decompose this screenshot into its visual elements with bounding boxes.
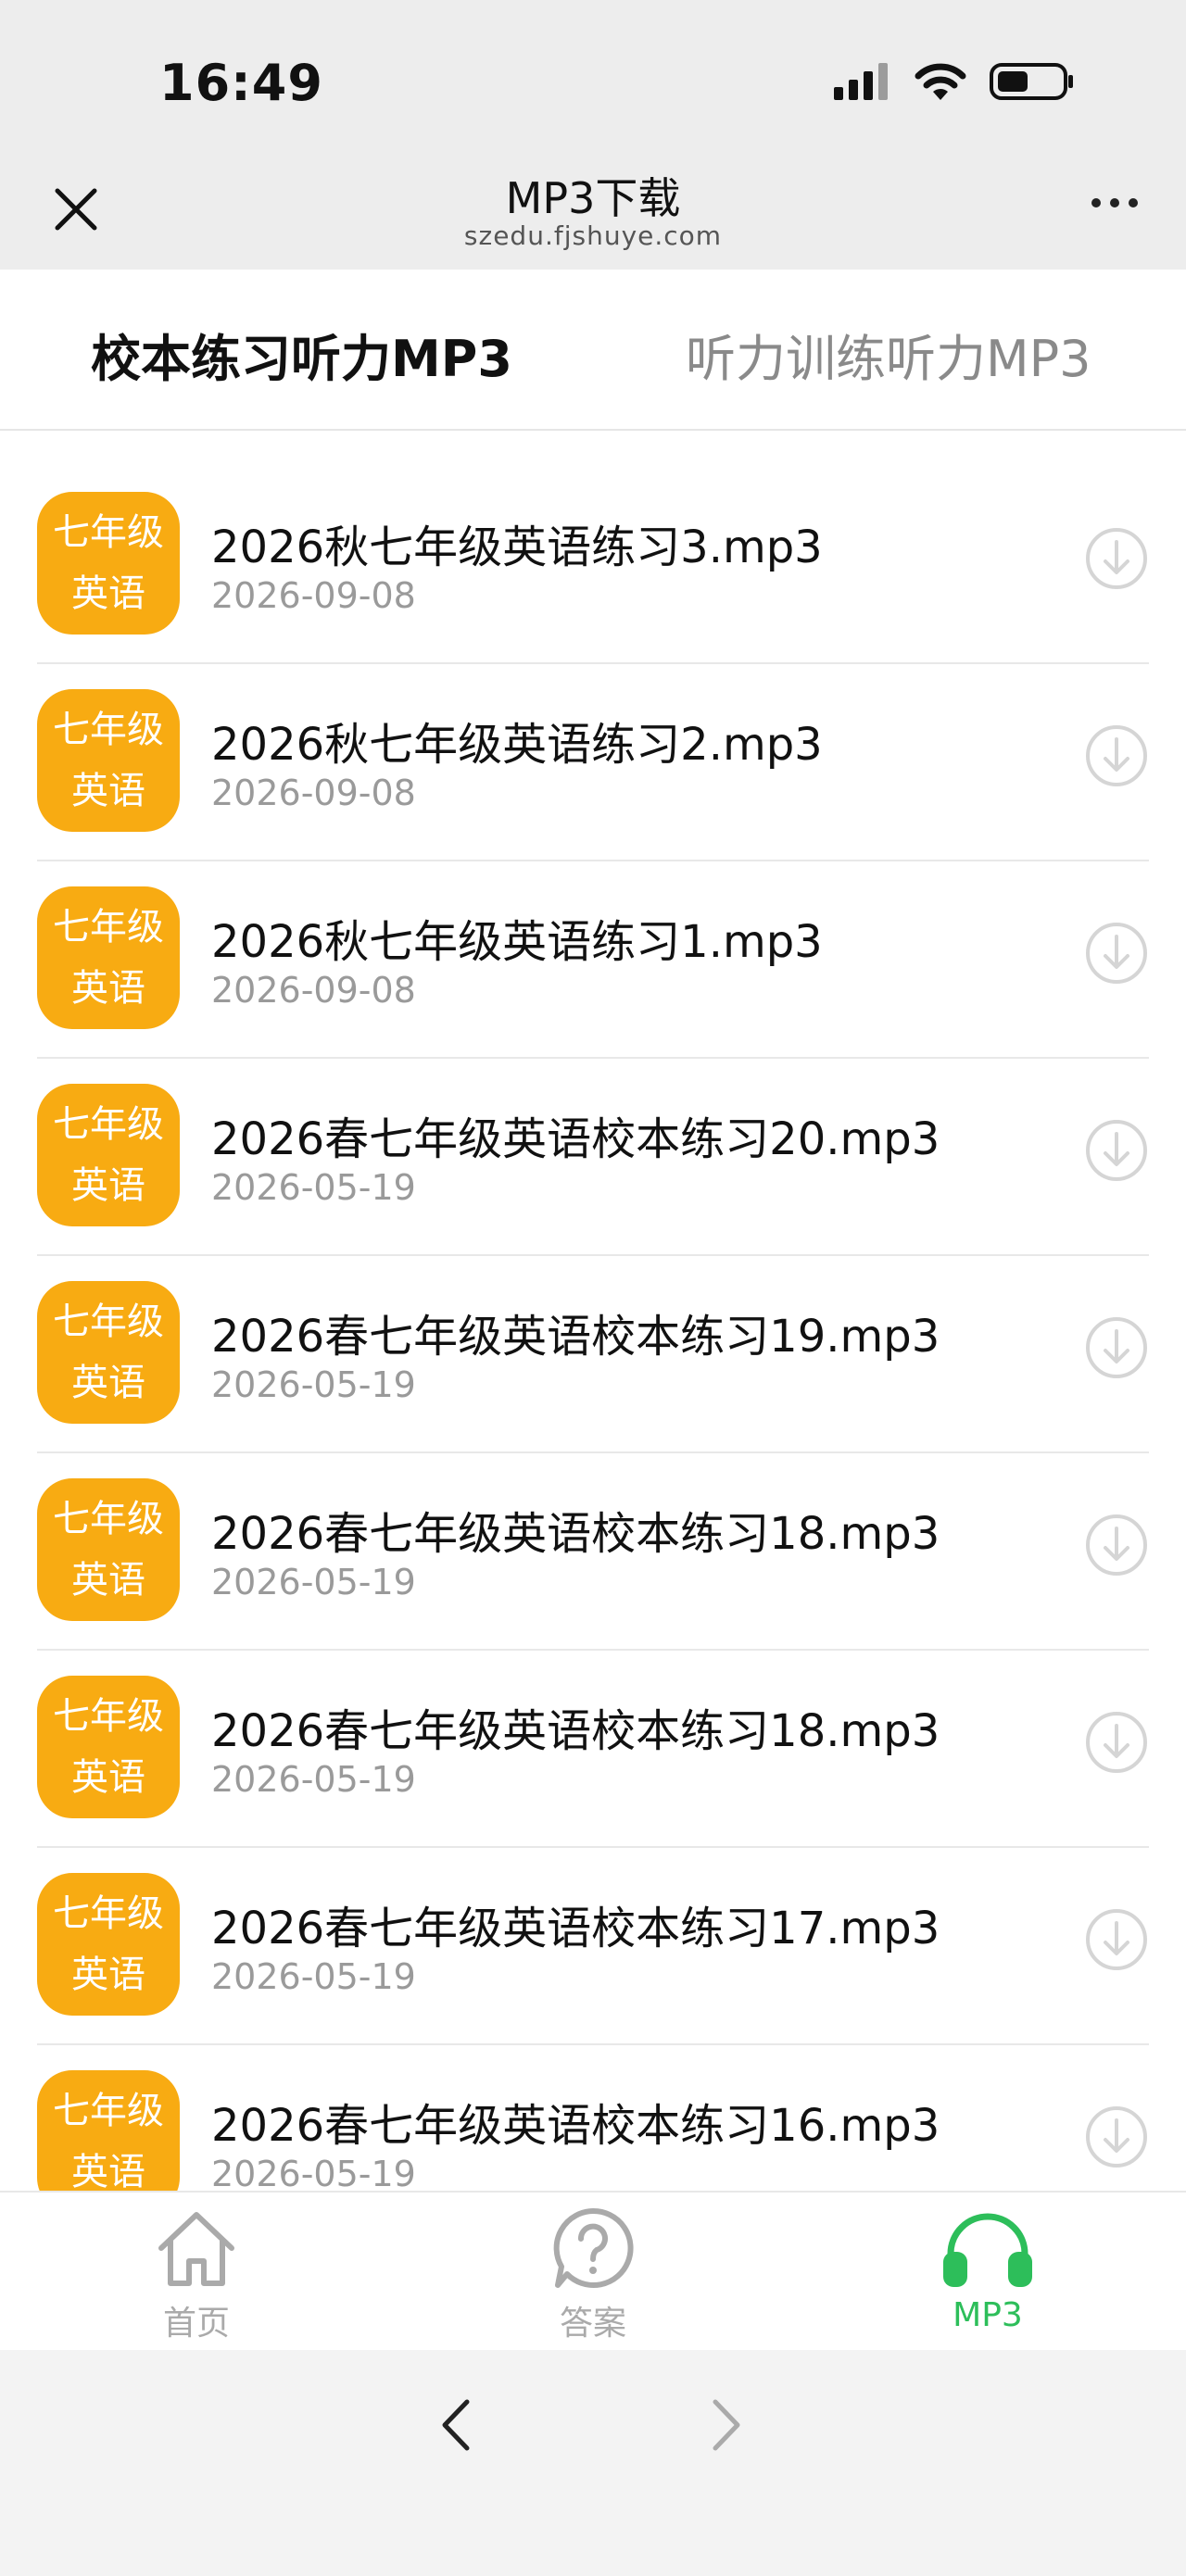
more-menu-icon[interactable] xyxy=(1091,198,1138,207)
home-icon xyxy=(158,2212,234,2286)
file-date: 2026-05-19 xyxy=(211,1956,416,1997)
badge-grade: 七年级 xyxy=(53,906,164,949)
badge-grade: 七年级 xyxy=(53,709,164,751)
tab-listening-training[interactable]: 听力训练听力MP3 xyxy=(686,318,1091,391)
status-icons xyxy=(834,61,1075,102)
subject-badge: 七年级 英语 xyxy=(37,1084,180,1226)
back-arrow-icon[interactable] xyxy=(435,2396,478,2454)
badge-subject: 英语 xyxy=(71,572,145,615)
battery-icon xyxy=(990,63,1073,100)
bottom-nav-home-label: 首页 xyxy=(162,2305,230,2343)
subject-badge: 七年级 英语 xyxy=(37,492,180,635)
download-icon[interactable] xyxy=(1084,526,1149,591)
bottom-nav: 首页 答案 MP3 xyxy=(0,2191,1186,2352)
download-icon[interactable] xyxy=(1084,1513,1149,1577)
badge-subject: 英语 xyxy=(71,967,145,1010)
list-item[interactable]: 七年级 英语 2026秋七年级英语练习1.mp3 2026-09-08 xyxy=(37,861,1149,1059)
file-date: 2026-09-08 xyxy=(211,970,416,1011)
badge-grade: 七年级 xyxy=(53,2090,164,2132)
header-area: 16:49 MP3下载 szedu.fjshuye.com xyxy=(0,0,1186,270)
badge-grade: 七年级 xyxy=(53,1103,164,1146)
download-icon[interactable] xyxy=(1084,723,1149,788)
page-domain: szedu.fjshuye.com xyxy=(463,220,723,251)
bottom-nav-mp3[interactable]: MP3 xyxy=(895,2202,1080,2334)
badge-subject: 英语 xyxy=(71,1164,145,1207)
question-icon xyxy=(553,2207,634,2288)
file-name: 2026春七年级英语校本练习19.mp3 xyxy=(211,1311,940,1363)
badge-subject: 英语 xyxy=(71,1559,145,1602)
file-date: 2026-09-08 xyxy=(211,773,416,813)
list-item[interactable]: 七年级 英语 2026春七年级英语校本练习20.mp3 2026-05-19 xyxy=(37,1059,1149,1256)
subject-badge: 七年级 英语 xyxy=(37,1281,180,1424)
file-date: 2026-05-19 xyxy=(211,1364,416,1405)
file-date: 2026-05-19 xyxy=(211,1759,416,1800)
file-name: 2026春七年级英语校本练习18.mp3 xyxy=(211,1508,940,1560)
file-date: 2026-05-19 xyxy=(211,1562,416,1602)
list-item[interactable]: 七年级 英语 2026春七年级英语校本练习19.mp3 2026-05-19 xyxy=(37,1256,1149,1453)
file-name: 2026秋七年级英语练习3.mp3 xyxy=(211,521,823,573)
headphones-icon xyxy=(943,2213,1032,2287)
subject-badge: 七年级 英语 xyxy=(37,1478,180,1621)
file-name: 2026春七年级英语校本练习18.mp3 xyxy=(211,1705,940,1757)
download-icon[interactable] xyxy=(1084,921,1149,986)
signal-icon xyxy=(834,63,888,100)
bottom-nav-mp3-label: MP3 xyxy=(953,2296,1023,2334)
subject-badge: 七年级 英语 xyxy=(37,1676,180,1818)
file-list: 七年级 英语 2026秋七年级英语练习3.mp3 2026-09-08 七年级 … xyxy=(37,429,1149,2243)
badge-grade: 七年级 xyxy=(53,1695,164,1738)
tab-school-practice[interactable]: 校本练习听力MP3 xyxy=(91,318,512,391)
page-title: MP3下载 xyxy=(505,173,681,223)
download-icon[interactable] xyxy=(1084,1315,1149,1380)
file-name: 2026秋七年级英语练习1.mp3 xyxy=(211,916,823,968)
badge-subject: 英语 xyxy=(71,1954,145,1996)
subject-badge: 七年级 英语 xyxy=(37,689,180,832)
bottom-nav-answers[interactable]: 答案 xyxy=(500,2202,686,2344)
file-name: 2026春七年级英语校本练习20.mp3 xyxy=(211,1113,940,1165)
download-icon[interactable] xyxy=(1084,1710,1149,1775)
badge-subject: 英语 xyxy=(71,770,145,812)
tab-bar: 校本练习听力MP3 听力训练听力MP3 xyxy=(0,270,1186,431)
badge-grade: 七年级 xyxy=(53,1301,164,1343)
badge-grade: 七年级 xyxy=(53,511,164,554)
list-item[interactable]: 七年级 英语 2026春七年级英语校本练习17.mp3 2026-05-19 xyxy=(37,1848,1149,2045)
file-name: 2026春七年级英语校本练习17.mp3 xyxy=(211,1903,940,1954)
badge-grade: 七年级 xyxy=(53,1892,164,1935)
list-item[interactable]: 七年级 英语 2026秋七年级英语练习2.mp3 2026-09-08 xyxy=(37,664,1149,861)
forward-arrow-icon[interactable] xyxy=(704,2396,747,2454)
download-icon[interactable] xyxy=(1084,2105,1149,2169)
subject-badge: 七年级 英语 xyxy=(37,886,180,1029)
wifi-icon xyxy=(915,63,966,100)
file-name: 2026春七年级英语校本练习16.mp3 xyxy=(211,2100,940,2152)
file-date: 2026-09-08 xyxy=(211,575,416,616)
browser-toolbar xyxy=(0,2350,1186,2576)
download-icon[interactable] xyxy=(1084,1118,1149,1183)
status-time: 16:49 xyxy=(159,54,323,112)
badge-grade: 七年级 xyxy=(53,1498,164,1540)
bottom-nav-answers-label: 答案 xyxy=(559,2305,626,2343)
file-date: 2026-05-19 xyxy=(211,1167,416,1208)
subject-badge: 七年级 英语 xyxy=(37,1873,180,2016)
bottom-nav-home[interactable]: 首页 xyxy=(104,2202,289,2344)
file-date: 2026-05-19 xyxy=(211,2154,416,2194)
list-item[interactable]: 七年级 英语 2026秋七年级英语练习3.mp3 2026-09-08 xyxy=(37,429,1149,664)
list-item[interactable]: 七年级 英语 2026春七年级英语校本练习18.mp3 2026-05-19 xyxy=(37,1651,1149,1848)
download-icon[interactable] xyxy=(1084,1907,1149,1972)
badge-subject: 英语 xyxy=(71,1756,145,1799)
file-name: 2026秋七年级英语练习2.mp3 xyxy=(211,719,823,771)
badge-subject: 英语 xyxy=(71,1362,145,1404)
list-item[interactable]: 七年级 英语 2026春七年级英语校本练习18.mp3 2026-05-19 xyxy=(37,1453,1149,1651)
